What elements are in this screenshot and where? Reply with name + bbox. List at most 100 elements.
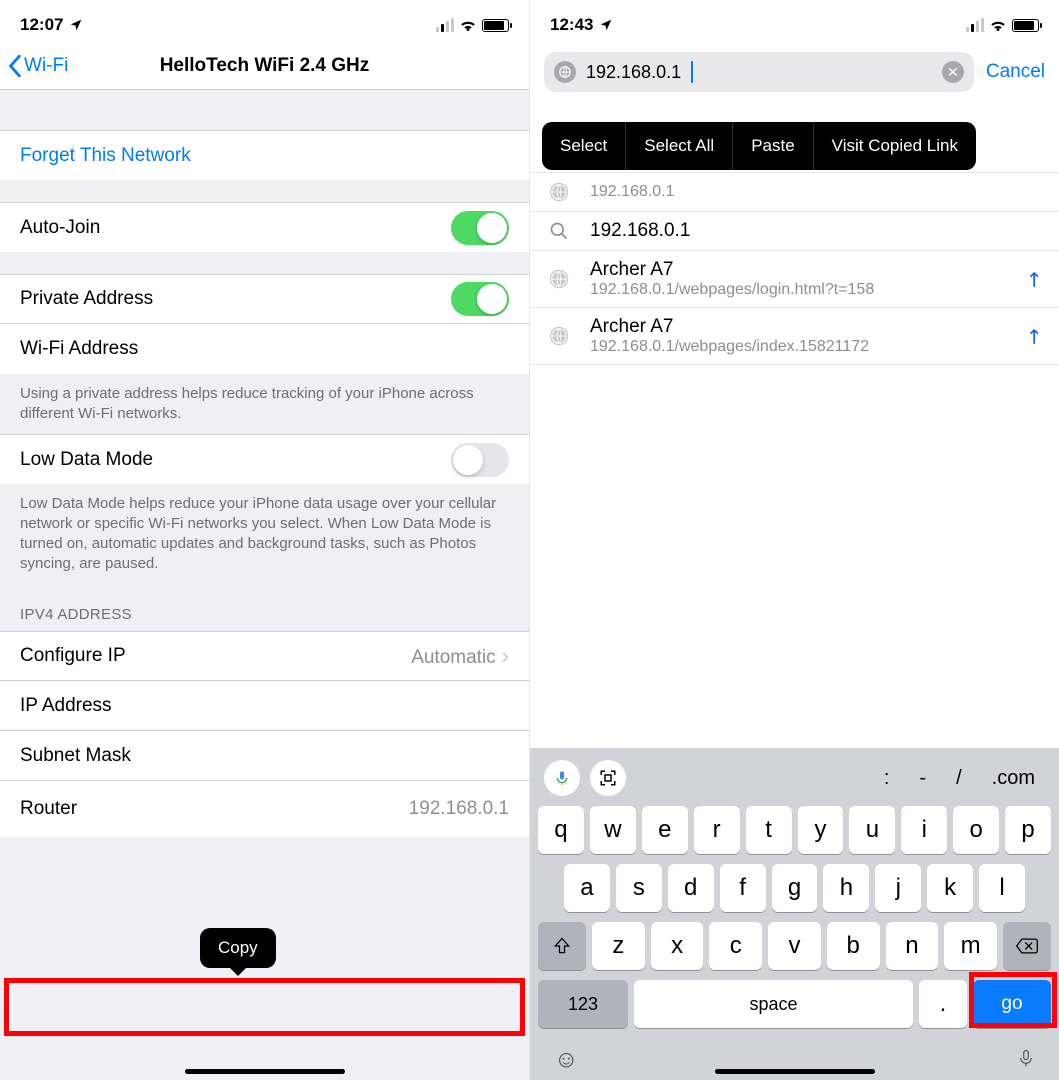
configure-ip-value: Automatic: [411, 647, 495, 668]
key-o[interactable]: o: [953, 806, 999, 854]
address-field[interactable]: 192.168.0.1 ✕: [544, 52, 974, 92]
low-data-label: Low Data Mode: [20, 449, 153, 471]
key-g[interactable]: g: [772, 864, 818, 912]
ip-address-row[interactable]: IP Address: [0, 681, 529, 731]
forget-network-label: Forget This Network: [20, 145, 191, 167]
key-z[interactable]: z: [592, 922, 645, 970]
low-data-toggle[interactable]: [451, 443, 509, 477]
fill-arrow-icon[interactable]: ↖: [1020, 264, 1050, 294]
copy-tooltip-label: Copy: [218, 938, 258, 957]
qr-scan-icon[interactable]: [590, 760, 626, 796]
acc-colon[interactable]: :: [874, 767, 900, 790]
home-indicator: [185, 1069, 345, 1074]
space-key[interactable]: space: [634, 980, 913, 1028]
router-row[interactable]: Router 192.168.0.1: [0, 781, 529, 837]
suggestion-history-1[interactable]: Archer A7 192.168.0.1/webpages/login.htm…: [530, 251, 1059, 308]
configure-ip-row[interactable]: Configure IP Automatic›: [0, 631, 529, 681]
key-b[interactable]: b: [827, 922, 880, 970]
key-row-1: q w e r t y u i o p: [538, 806, 1051, 854]
ctx-select-all[interactable]: Select All: [626, 122, 733, 170]
private-address-toggle[interactable]: [451, 282, 509, 316]
key-h[interactable]: h: [823, 864, 869, 912]
voice-search-icon[interactable]: [544, 760, 580, 796]
nav-bar: Wi-Fi HelloTech WiFi 2.4 GHz: [0, 42, 529, 90]
key-a[interactable]: a: [564, 864, 610, 912]
forget-network-button[interactable]: Forget This Network: [0, 130, 529, 180]
location-icon: [69, 18, 83, 32]
key-q[interactable]: q: [538, 806, 584, 854]
globe-icon: [546, 181, 572, 203]
text-context-menu: Select Select All Paste Visit Copied Lin…: [542, 122, 976, 170]
suggestion-history-2[interactable]: Archer A7 192.168.0.1/webpages/index.158…: [530, 308, 1059, 365]
auto-join-toggle[interactable]: [451, 211, 509, 245]
ipv4-header: IPV4 ADDRESS: [0, 584, 529, 631]
dot-key[interactable]: .: [919, 980, 967, 1028]
clear-icon[interactable]: ✕: [942, 61, 964, 83]
copy-tooltip[interactable]: Copy: [200, 928, 276, 968]
key-u[interactable]: u: [849, 806, 895, 854]
location-icon: [599, 18, 613, 32]
acc-dash[interactable]: -: [909, 767, 936, 790]
key-n[interactable]: n: [886, 922, 939, 970]
globe-icon: [546, 268, 572, 290]
suggestion-search[interactable]: 192.168.0.1: [530, 212, 1059, 251]
home-indicator: [715, 1069, 875, 1074]
key-d[interactable]: d: [668, 864, 714, 912]
key-r[interactable]: r: [694, 806, 740, 854]
acc-slash[interactable]: /: [946, 767, 972, 790]
ctx-paste[interactable]: Paste: [733, 122, 813, 170]
key-p[interactable]: p: [1005, 806, 1051, 854]
key-row-2: a s d f g h j k l: [538, 864, 1051, 912]
key-l[interactable]: l: [979, 864, 1025, 912]
configure-ip-label: Configure IP: [20, 645, 126, 667]
auto-join-row: Auto-Join: [0, 202, 529, 252]
fill-arrow-icon[interactable]: ↖: [1020, 321, 1050, 351]
key-c[interactable]: c: [709, 922, 762, 970]
key-y[interactable]: y: [798, 806, 844, 854]
key-k[interactable]: k: [927, 864, 973, 912]
back-button[interactable]: Wi-Fi: [0, 55, 68, 77]
auto-join-label: Auto-Join: [20, 217, 100, 239]
address-bar-row: 192.168.0.1 ✕ Cancel: [530, 42, 1059, 102]
acc-dotcom[interactable]: .com: [982, 767, 1045, 790]
key-m[interactable]: m: [944, 922, 997, 970]
key-e[interactable]: e: [642, 806, 688, 854]
cancel-button[interactable]: Cancel: [986, 61, 1045, 83]
key-x[interactable]: x: [651, 922, 704, 970]
go-key[interactable]: go: [973, 980, 1051, 1028]
search-icon: [546, 221, 572, 241]
wifi-icon: [459, 18, 477, 32]
key-j[interactable]: j: [875, 864, 921, 912]
suggestion-url: 192.168.0.1/webpages/index.15821172: [590, 338, 1008, 356]
ip-address-label: IP Address: [20, 695, 112, 717]
numeric-key[interactable]: 123: [538, 980, 628, 1028]
suggestion-url: 192.168.0.1: [590, 183, 1043, 201]
dictation-key[interactable]: [1017, 1046, 1035, 1074]
suggestion-top-hit[interactable]: 192.168.0.1: [530, 172, 1059, 212]
wifi-address-label: Wi-Fi Address: [20, 338, 138, 360]
key-w[interactable]: w: [590, 806, 636, 854]
nav-title: HelloTech WiFi 2.4 GHz: [0, 55, 529, 77]
text-caret: [691, 61, 693, 83]
wifi-address-row[interactable]: Wi-Fi Address: [0, 324, 529, 374]
subnet-mask-label: Subnet Mask: [20, 745, 131, 767]
status-time: 12:07: [20, 15, 63, 35]
key-f[interactable]: f: [720, 864, 766, 912]
ctx-visit-link[interactable]: Visit Copied Link: [814, 122, 976, 170]
suggestion-query: 192.168.0.1: [590, 220, 1043, 242]
ctx-select[interactable]: Select: [542, 122, 626, 170]
key-s[interactable]: s: [616, 864, 662, 912]
key-v[interactable]: v: [768, 922, 821, 970]
low-data-mode-row: Low Data Mode: [0, 434, 529, 484]
router-highlight: [4, 978, 525, 1036]
key-t[interactable]: t: [746, 806, 792, 854]
key-i[interactable]: i: [901, 806, 947, 854]
battery-icon: [1012, 19, 1039, 32]
safari-address-entry-screen: 12:43 192.168.0.1 ✕ Cancel Select: [529, 0, 1059, 1080]
shift-key[interactable]: [538, 922, 586, 970]
backspace-key[interactable]: [1003, 922, 1051, 970]
subnet-mask-row[interactable]: Subnet Mask: [0, 731, 529, 781]
emoji-key[interactable]: ☺: [554, 1046, 579, 1074]
status-bar: 12:07: [0, 0, 529, 42]
cellular-signal-icon: [966, 18, 984, 32]
